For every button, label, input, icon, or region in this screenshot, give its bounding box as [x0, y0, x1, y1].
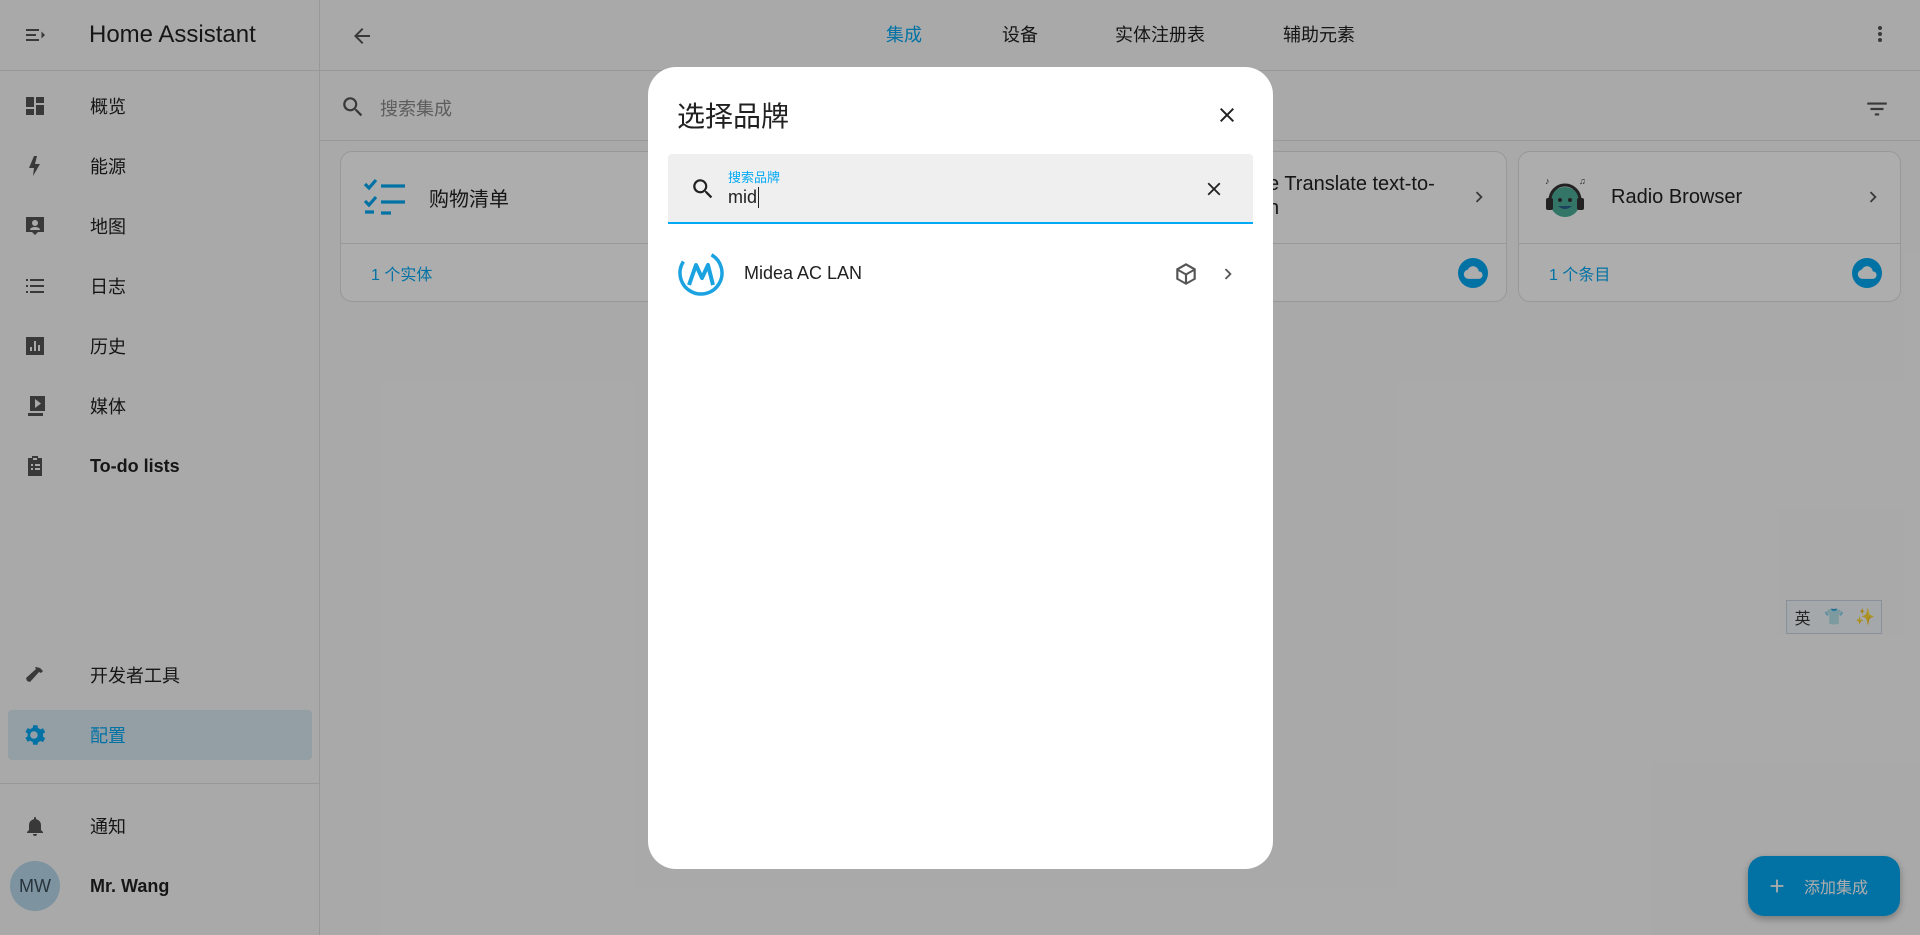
search-icon	[690, 176, 716, 207]
brand-search-input[interactable]: 搜索品牌 mid	[668, 154, 1253, 224]
chevron-right-icon	[1217, 263, 1239, 290]
dialog-title: 选择品牌	[677, 101, 790, 132]
close-button[interactable]	[1211, 99, 1243, 131]
midea-logo	[678, 250, 724, 296]
brand-result-item[interactable]: Midea AC LAN	[668, 239, 1253, 307]
close-icon	[1220, 108, 1234, 122]
brand-name: Midea AC LAN	[744, 262, 863, 283]
search-field-label: 搜索品牌	[728, 170, 781, 185]
clear-search-button[interactable]	[1203, 178, 1225, 205]
custom-integration-cube-icon	[1173, 261, 1199, 292]
search-field-value[interactable]: mid	[728, 187, 760, 208]
choose-brand-dialog: 选择品牌 搜索品牌 mid Midea AC LAN	[648, 67, 1273, 869]
